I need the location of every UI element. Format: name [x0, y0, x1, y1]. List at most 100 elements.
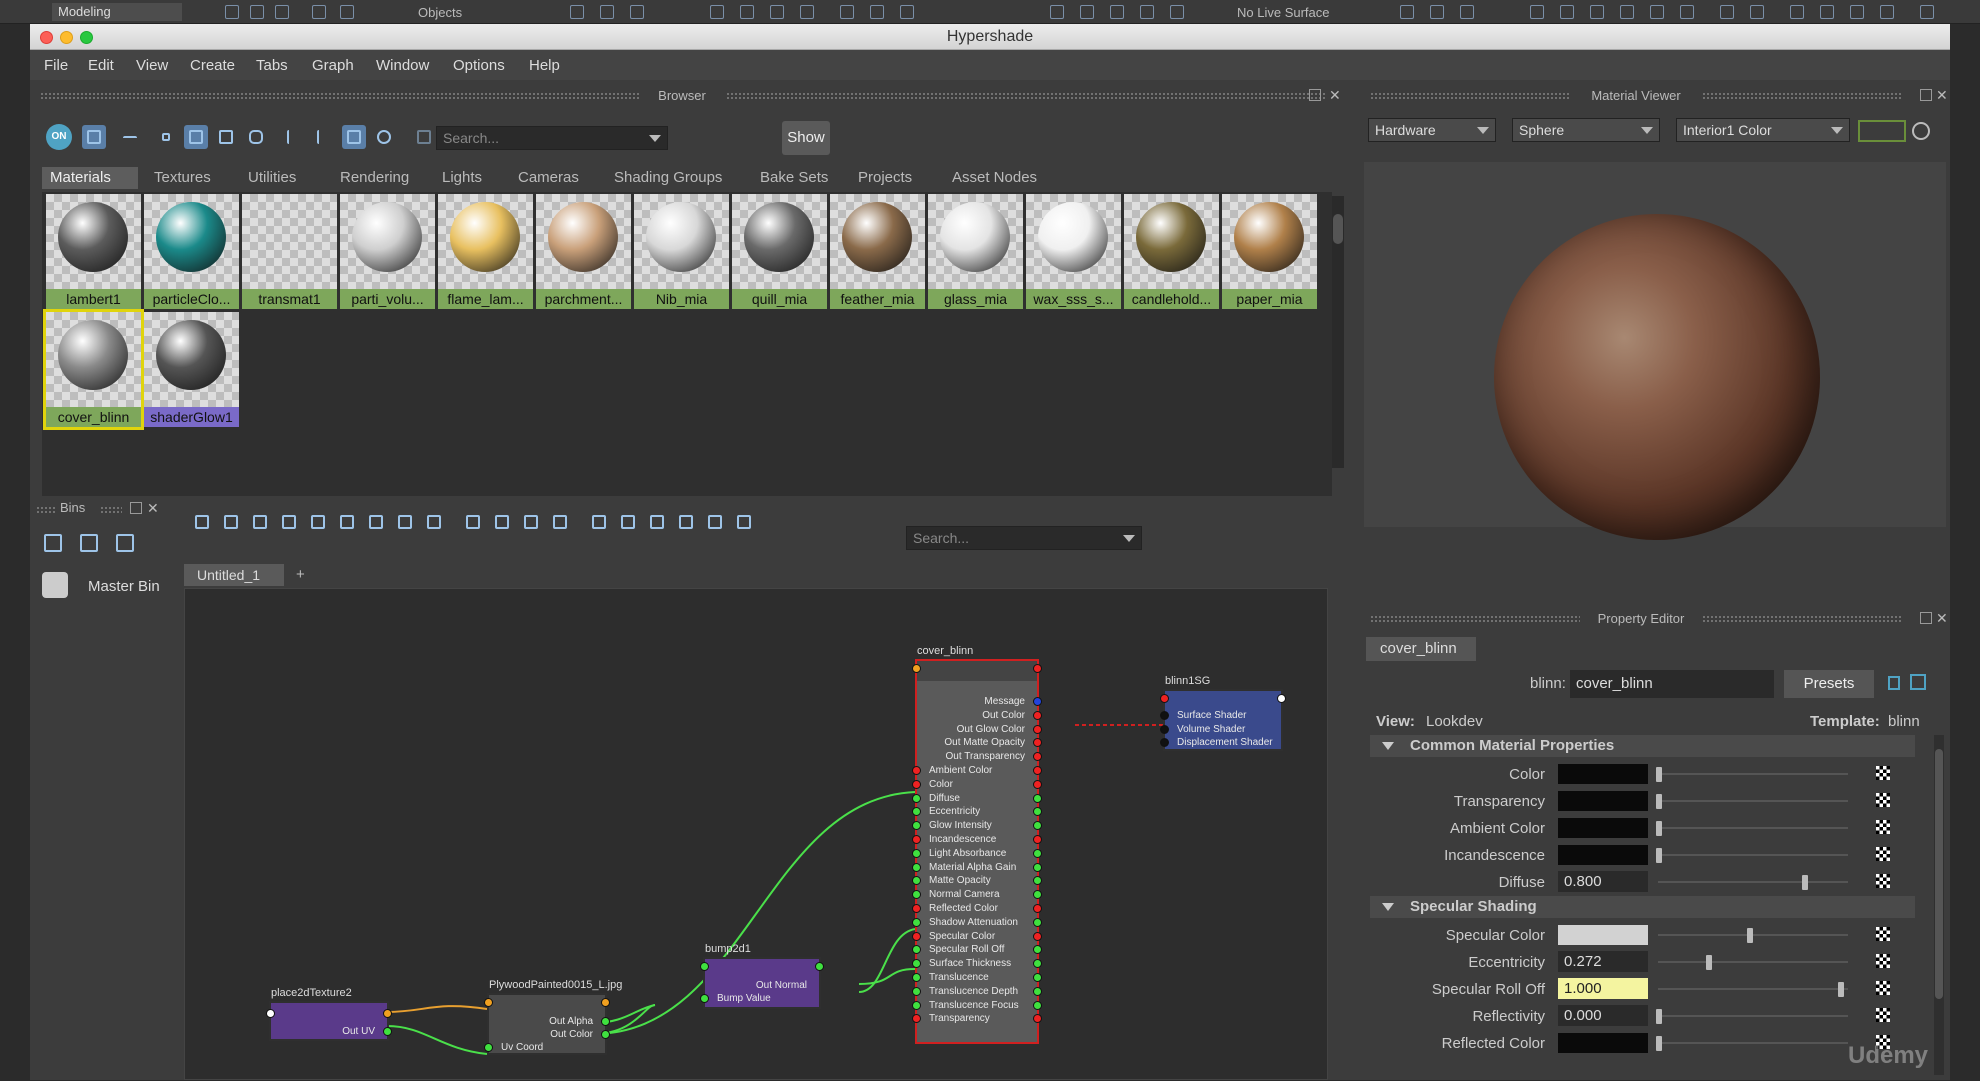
attribute-port[interactable]	[383, 1027, 392, 1036]
sort-by-time-icon[interactable]	[342, 125, 366, 149]
create-bin-icon[interactable]	[44, 534, 62, 552]
attribute-port[interactable]	[1033, 710, 1042, 720]
map-texture-icon[interactable]	[1876, 820, 1890, 834]
close-panel-icon[interactable]: ✕	[1936, 611, 1948, 625]
attribute-slider-track[interactable]	[1658, 800, 1848, 802]
rearrange-icon[interactable]	[335, 510, 359, 534]
attribute-port[interactable]	[1033, 1000, 1042, 1010]
frame-selected-icon[interactable]	[616, 510, 640, 534]
hypershade-icon[interactable]	[1140, 5, 1154, 19]
attribute-editor-icon[interactable]	[1650, 5, 1664, 19]
attribute-port[interactable]	[912, 945, 921, 955]
select-hierarchy-icon[interactable]	[570, 5, 584, 19]
layout-three-icon[interactable]	[1590, 5, 1604, 19]
remove-from-bin-icon[interactable]	[116, 534, 134, 552]
camera-icon[interactable]	[1400, 5, 1414, 19]
attribute-port[interactable]	[1033, 848, 1042, 858]
map-texture-icon[interactable]	[1876, 927, 1890, 941]
grid-toggle-icon[interactable]	[645, 510, 669, 534]
browser-scrollbar[interactable]	[1332, 196, 1344, 468]
redo-icon[interactable]	[340, 5, 354, 19]
float-panel-icon[interactable]	[1920, 89, 1932, 101]
attribute-port[interactable]	[1033, 986, 1042, 996]
sort-by-type-icon[interactable]	[312, 125, 336, 149]
menu-view[interactable]: View	[136, 57, 168, 74]
add-selected-icon[interactable]	[393, 510, 417, 534]
exposure-icon[interactable]	[1858, 120, 1906, 142]
menu-file[interactable]: File	[44, 57, 68, 74]
map-texture-icon[interactable]	[1876, 954, 1890, 968]
attribute-slider-handle[interactable]	[1706, 955, 1712, 970]
attribute-port[interactable]	[601, 1017, 610, 1026]
tool-settings-icon[interactable]	[1680, 5, 1694, 19]
material-swatch[interactable]: particleClo...	[144, 194, 239, 309]
layout-four-icon[interactable]	[1620, 5, 1634, 19]
material-swatch[interactable]: wax_sss_s...	[1026, 194, 1121, 309]
attribute-port[interactable]	[1033, 779, 1042, 789]
sort-by-name-icon[interactable]	[282, 125, 306, 149]
settings-icon[interactable]	[1920, 5, 1934, 19]
render-icon[interactable]	[1050, 5, 1064, 19]
attribute-port[interactable]	[912, 807, 921, 817]
panel-grip[interactable]	[1702, 92, 1902, 100]
outliner-icon[interactable]	[1750, 5, 1764, 19]
attribute-port[interactable]	[1160, 738, 1169, 747]
custom-view-icon[interactable]	[548, 510, 572, 534]
node-blinn1sg[interactable]: blinn1SG Surface Shader Volume Shader Displ…	[1160, 675, 1286, 751]
map-texture-icon[interactable]	[1876, 1008, 1890, 1022]
render-settings-icon[interactable]	[1110, 5, 1124, 19]
panel-grip[interactable]	[40, 92, 640, 100]
extra-large-icons-icon[interactable]	[244, 125, 268, 149]
snap-grid-icon[interactable]	[710, 5, 724, 19]
sync-icon[interactable]	[412, 125, 436, 149]
shape-dropdown[interactable]: Sphere	[1512, 118, 1660, 142]
save-scene-icon[interactable]	[275, 5, 289, 19]
color-swatch[interactable]	[1558, 925, 1648, 945]
script-editor-icon[interactable]	[1880, 5, 1894, 19]
material-swatch[interactable]: transmat1	[242, 194, 337, 309]
collapse-triangle-icon[interactable]	[1382, 903, 1394, 911]
panel-grip[interactable]	[1702, 615, 1902, 623]
snap-view-icon[interactable]	[800, 5, 814, 19]
attribute-port[interactable]	[484, 998, 493, 1007]
attribute-port[interactable]	[1160, 711, 1169, 720]
view-as-list-icon[interactable]	[118, 125, 142, 149]
view-as-icons-icon[interactable]	[82, 125, 106, 149]
map-texture-icon[interactable]	[1876, 793, 1890, 807]
color-swatch[interactable]	[1558, 845, 1648, 865]
node-bump2d1[interactable]: bump2d1 Out Normal Bump Value	[700, 943, 824, 1009]
attribute-port[interactable]	[1033, 724, 1042, 734]
attribute-port[interactable]	[912, 1014, 921, 1024]
material-swatch[interactable]: flame_lam...	[438, 194, 533, 309]
graph-search-input[interactable]: Search...	[906, 526, 1142, 550]
connected-view-icon[interactable]	[490, 510, 514, 534]
attribute-port[interactable]	[484, 1043, 493, 1052]
tab-textures[interactable]: Textures	[146, 167, 219, 189]
new-scene-icon[interactable]	[225, 5, 239, 19]
attribute-port[interactable]	[1033, 917, 1042, 927]
attribute-slider-handle[interactable]	[1656, 821, 1662, 836]
attribute-port[interactable]	[700, 962, 709, 971]
attribute-slider-track[interactable]	[1658, 1015, 1848, 1017]
attribute-port[interactable]	[912, 848, 921, 858]
input-connections-icon[interactable]	[1888, 676, 1900, 690]
tab-materials[interactable]: Materials	[42, 167, 138, 189]
material-swatch[interactable]: quill_mia	[732, 194, 827, 309]
simple-view-icon[interactable]	[461, 510, 485, 534]
attribute-port[interactable]	[912, 904, 921, 913]
master-bin-label[interactable]: Master Bin	[88, 578, 160, 595]
attribute-slider-handle[interactable]	[1802, 875, 1808, 890]
snap-curve-icon[interactable]	[740, 5, 754, 19]
attribute-value-field[interactable]: 0.800	[1558, 871, 1648, 892]
material-swatch[interactable]: Nib_mia	[634, 194, 729, 309]
attribute-port[interactable]	[912, 890, 921, 900]
tab-utilities[interactable]: Utilities	[240, 167, 304, 189]
attribute-port[interactable]	[912, 917, 921, 927]
show-button[interactable]: Show	[782, 121, 830, 155]
close-panel-icon[interactable]: ✕	[1329, 88, 1341, 102]
property-editor-scrollbar[interactable]	[1934, 735, 1944, 1075]
attribute-port[interactable]	[912, 821, 921, 831]
attribute-port[interactable]	[700, 994, 709, 1003]
chevron-down-icon[interactable]	[649, 135, 661, 142]
attribute-slider-handle[interactable]	[1656, 794, 1662, 809]
